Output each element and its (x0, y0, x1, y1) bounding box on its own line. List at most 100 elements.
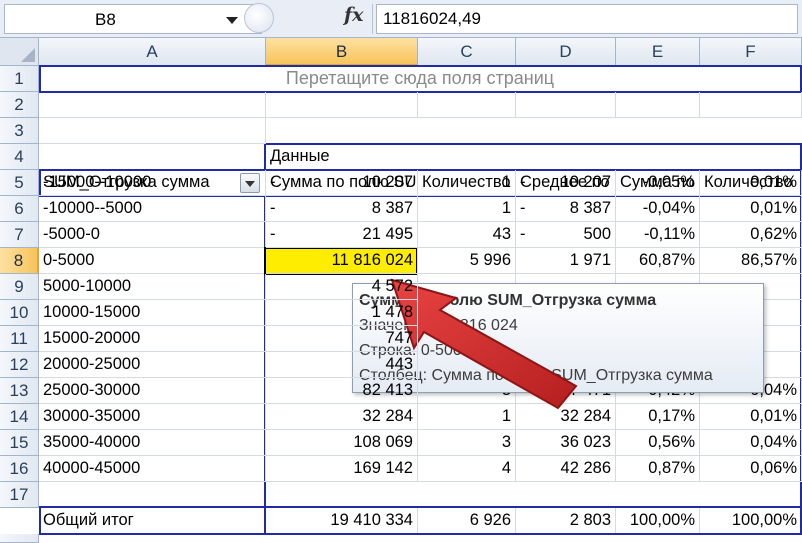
count-cell[interactable]: 1 (418, 170, 516, 196)
row-label-cell[interactable]: 30000-35000 (39, 404, 266, 430)
row-label-cell[interactable]: 5000-10000 (39, 274, 266, 300)
sum-cell[interactable]: 1 478 (266, 300, 418, 326)
average-cell-sign[interactable]: - (516, 196, 536, 222)
empty-cell[interactable] (700, 92, 802, 118)
average-cell-sign[interactable]: - (516, 170, 536, 196)
row-header-3[interactable]: 3 (0, 118, 39, 144)
sum-cell[interactable]: 21 495 (266, 222, 418, 248)
average-cell-sign[interactable]: - (516, 222, 536, 248)
count-percent-cell[interactable]: 86,57% (700, 248, 802, 274)
negative-sign: - (520, 173, 526, 191)
row-header-2[interactable]: 2 (0, 92, 39, 118)
empty-cell[interactable] (616, 92, 700, 118)
sum-cell[interactable]: 443 (266, 352, 418, 378)
row-header-9[interactable]: 9 (0, 274, 39, 300)
row-header-5[interactable]: 5 (0, 170, 39, 196)
sum-cell[interactable]: 10 207 (266, 170, 418, 196)
empty-cell[interactable] (39, 118, 266, 144)
row-header-14[interactable]: 14 (0, 404, 39, 430)
sum-cell[interactable]: 4 572 (266, 274, 418, 300)
select-all-button[interactable] (0, 38, 39, 66)
select-all-triangle-icon (21, 48, 35, 62)
row-header-16[interactable]: 16 (0, 456, 39, 482)
row-header-next[interactable] (0, 534, 39, 543)
sum-percent-cell[interactable]: 60,87% (616, 248, 700, 274)
insert-function-icon[interactable]: fx (344, 4, 364, 26)
row-header-6[interactable]: 6 (0, 196, 39, 222)
empty-cell[interactable] (516, 92, 616, 118)
pivot-data-label[interactable]: Данные (266, 144, 802, 170)
sum-percent-cell[interactable]: 0,56% (616, 430, 700, 456)
row-header-1[interactable]: 1 (0, 66, 39, 92)
sum-percent-cell[interactable]: -0,04% (616, 196, 700, 222)
average-cell[interactable]: 42 286 (516, 456, 616, 482)
row-header-8[interactable]: 8 (0, 248, 39, 274)
count-cell[interactable]: 1 (418, 196, 516, 222)
row-header-7[interactable]: 7 (0, 222, 39, 248)
sum-cell[interactable]: 32 284 (266, 404, 418, 430)
grand-total-sum-pct[interactable]: 100,00% (616, 508, 700, 534)
column-header-b[interactable]: B (266, 38, 418, 66)
sum-cell[interactable]: 747 (266, 326, 418, 352)
row-label-cell[interactable]: -5000-0 (39, 222, 266, 248)
sum-cell-sign[interactable]: - (266, 170, 286, 196)
grand-total-count[interactable]: 6 926 (418, 508, 516, 534)
empty-cell[interactable] (266, 92, 418, 118)
sum-percent-cell[interactable]: 0,17% (616, 404, 700, 430)
grand-total-average[interactable]: 2 803 (516, 508, 616, 534)
row-label-cell[interactable]: 25000-30000 (39, 378, 266, 404)
column-header-f[interactable]: F (700, 38, 802, 66)
count-cell[interactable]: 3 (418, 430, 516, 456)
count-percent-cell[interactable]: 0,06% (700, 456, 802, 482)
column-header-c[interactable]: C (418, 38, 516, 66)
count-percent-cell[interactable]: 0,01% (700, 196, 802, 222)
row-label-cell[interactable]: 35000-40000 (39, 430, 266, 456)
row-label-cell[interactable]: -10000--5000 (39, 196, 266, 222)
row-header-17[interactable]: 17 (0, 482, 39, 508)
page-field-drop-zone[interactable]: Перетащите сюда поля страниц (39, 66, 802, 92)
row-label-cell[interactable]: 20000-25000 (39, 352, 266, 378)
row-label-cell[interactable]: -15000--10000 (39, 170, 266, 196)
average-cell[interactable]: 36 023 (516, 430, 616, 456)
count-cell[interactable]: 43 (418, 222, 516, 248)
row-label-cell[interactable]: 40000-45000 (39, 456, 266, 482)
column-header-d[interactable]: D (516, 38, 616, 66)
grand-total-count-pct[interactable]: 100,00% (700, 508, 802, 534)
sum-percent-cell[interactable]: -0,11% (616, 222, 700, 248)
grand-total-sum[interactable]: 19 410 334 (266, 508, 418, 534)
row-label-cell[interactable]: 0-5000 (39, 248, 266, 274)
sum-cell-sign[interactable]: - (266, 196, 286, 222)
row-header-13[interactable]: 13 (0, 378, 39, 404)
column-header-e[interactable]: E (616, 38, 700, 66)
row-header-10[interactable]: 10 (0, 300, 39, 326)
formula-bar-splitter-handle[interactable] (244, 3, 274, 33)
sum-cell[interactable]: 8 387 (266, 196, 418, 222)
count-cell[interactable]: 4 (418, 456, 516, 482)
count-percent-cell[interactable]: 0,04% (700, 430, 802, 456)
sum-percent-cell[interactable]: 0,87% (616, 456, 700, 482)
formula-input[interactable]: 11816024,49 (376, 4, 798, 34)
row-header-12[interactable]: 12 (0, 352, 39, 378)
name-box-dropdown-icon[interactable] (226, 17, 238, 24)
empty-cell[interactable] (39, 92, 266, 118)
name-box[interactable]: B8 (4, 4, 262, 34)
active-cell-value[interactable]: 11 816 024 (266, 248, 418, 274)
count-percent-cell[interactable]: 0,01% (700, 404, 802, 430)
row-header-11[interactable]: 11 (0, 326, 39, 352)
count-percent-cell[interactable]: 0,62% (700, 222, 802, 248)
row-header-15[interactable]: 15 (0, 430, 39, 456)
sum-cell[interactable]: 108 069 (266, 430, 418, 456)
row-label-cell[interactable]: 15000-20000 (39, 326, 266, 352)
negative-sign: - (270, 199, 276, 217)
row-label-cell[interactable]: 10000-15000 (39, 300, 266, 326)
empty-cell[interactable] (418, 92, 516, 118)
sum-cell-sign[interactable]: - (266, 222, 286, 248)
sum-cell[interactable]: 169 142 (266, 456, 418, 482)
sum-percent-cell[interactable]: -0,05% (616, 170, 700, 196)
row-header-4[interactable]: 4 (0, 144, 39, 170)
grand-total-label[interactable]: Общий итог (39, 508, 266, 534)
negative-sign: - (270, 173, 276, 191)
column-header-a[interactable]: A (39, 38, 266, 66)
count-percent-cell[interactable]: 0,01% (700, 170, 802, 196)
sum-cell[interactable]: 82 413 (266, 378, 418, 404)
